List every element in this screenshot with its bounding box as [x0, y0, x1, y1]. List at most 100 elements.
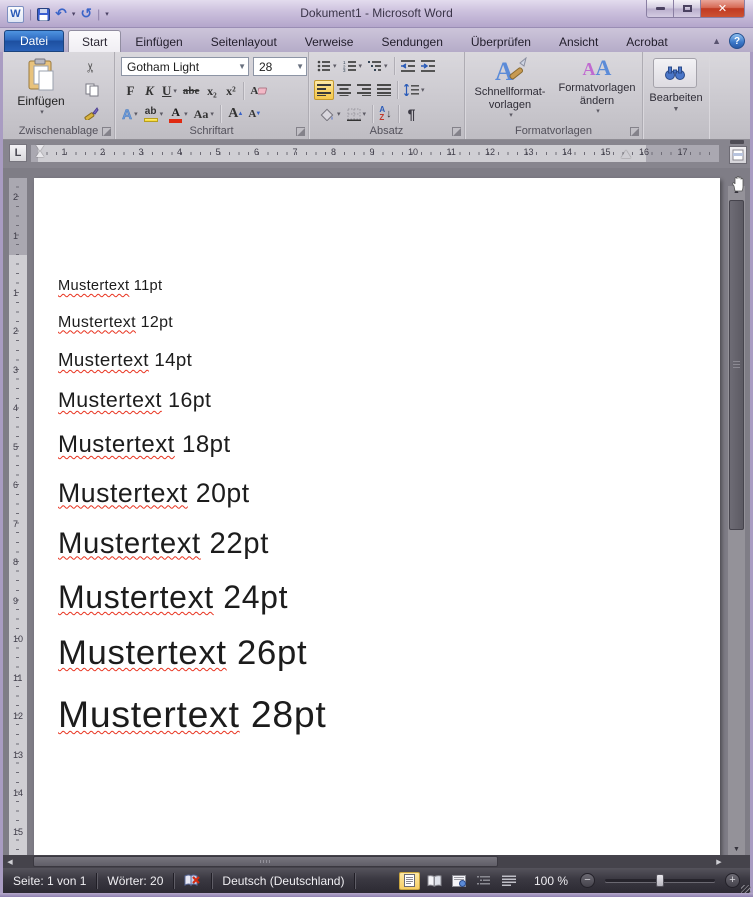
change-styles-button[interactable]: AA Formatvorlagen ändern ▾ [555, 56, 639, 124]
paste-button[interactable]: Einfügen ▾ [15, 57, 67, 123]
decrease-indent-button[interactable] [398, 56, 418, 76]
vertical-ruler[interactable]: 2 1 1 2 3 4 5 6 7 8 9 10 11 12 13 14 15 [9, 178, 27, 855]
document-line-22pt[interactable]: Mustertext 22pt [58, 526, 700, 561]
group-label: Zwischenablage [18, 125, 99, 137]
zoom-level[interactable]: 100 % [534, 874, 568, 888]
increase-indent-button[interactable] [418, 56, 438, 76]
cut-button[interactable]: ✂ [81, 57, 102, 77]
align-left-button[interactable] [314, 80, 334, 100]
vertical-scroll-thumb[interactable] [729, 200, 744, 530]
zoom-out-button[interactable]: − [580, 873, 595, 888]
close-button[interactable]: ✕ [701, 0, 745, 18]
copy-button[interactable] [81, 80, 102, 100]
underline-button[interactable]: U ▾ [159, 81, 180, 101]
hanging-indent-marker[interactable] [36, 151, 44, 157]
web-layout-view-button[interactable] [449, 872, 470, 890]
grow-font-button[interactable]: A ▲ [224, 104, 243, 124]
bullets-button[interactable]: ▾ [314, 56, 340, 76]
group-formatvorlagen: A Schnellformat-vorlagen ▾ AA Formatvorl… [465, 52, 643, 139]
text-effects-button[interactable]: A ▾ [119, 104, 141, 124]
scroll-left-icon[interactable]: ◀ [3, 858, 17, 866]
draft-view-button[interactable] [499, 872, 520, 890]
spellcheck-button[interactable] [174, 868, 211, 893]
zoom-in-button[interactable]: + [725, 873, 740, 888]
multilevel-list-button[interactable]: ▾ [365, 56, 391, 76]
dialog-launcher-icon[interactable] [630, 127, 639, 136]
align-center-button[interactable] [334, 80, 354, 100]
tab-verweise[interactable]: Verweise [291, 30, 368, 52]
shrink-font-button[interactable]: A ▼ [243, 104, 262, 124]
document-line-14pt[interactable]: Mustertext 14pt [58, 349, 700, 371]
ruler-toggle-button[interactable] [729, 146, 747, 164]
font-name-combo[interactable]: Gotham Light ▼ [121, 57, 249, 76]
dialog-launcher-icon[interactable] [102, 127, 111, 136]
scroll-right-icon[interactable]: ▶ [712, 858, 726, 866]
misspelled-word: Mustertext [58, 526, 201, 560]
dialog-launcher-icon[interactable] [296, 127, 305, 136]
tab-überprüfen[interactable]: Überprüfen [457, 30, 545, 52]
sort-button[interactable]: AZ ↓ [376, 104, 395, 124]
highlight-button[interactable]: ab ▾ [141, 104, 167, 124]
tab-start[interactable]: Start [68, 30, 122, 52]
zoom-slider[interactable] [605, 874, 715, 887]
split-handle[interactable] [730, 140, 744, 144]
chevron-down-icon: ▾ [337, 111, 341, 118]
tab-acrobat[interactable]: Acrobat [612, 30, 681, 52]
change-case-button[interactable]: Aa ▾ [191, 104, 217, 124]
word-count[interactable]: Wörter: 20 [97, 868, 173, 893]
chevron-down-icon[interactable]: ▼ [643, 106, 709, 113]
numbering-button[interactable]: 123 ▾ [340, 56, 366, 76]
tab-datei[interactable]: Datei [4, 30, 65, 52]
horizontal-ruler[interactable]: 1 2 3 4 5 6 7 8 9 10 11 12 13 14 15 16 17 [31, 145, 719, 162]
quick-styles-button[interactable]: A Schnellformat-vorlagen ▾ [468, 56, 552, 124]
editing-label[interactable]: Bearbeiten [643, 92, 709, 104]
find-button[interactable] [653, 58, 697, 88]
font-size-combo[interactable]: 28 ▼ [253, 57, 307, 76]
outline-view-button[interactable] [474, 872, 495, 890]
document-page[interactable]: Mustertext 11pt Mustertext 12pt Mustertext… [34, 178, 720, 855]
document-line-12pt[interactable]: Mustertext 12pt [58, 313, 700, 332]
justify-button[interactable] [374, 80, 394, 100]
document-line-18pt[interactable]: Mustertext 18pt [58, 431, 700, 460]
document-line-28pt[interactable]: Mustertext 28pt [58, 692, 700, 737]
scroll-down-icon[interactable]: ▼ [728, 846, 745, 853]
italic-button[interactable]: K [140, 81, 159, 101]
strikethrough-button[interactable]: abe [180, 81, 203, 101]
horizontal-scroll-thumb[interactable] [33, 856, 498, 867]
horizontal-scrollbar[interactable]: ◀ ▶ [3, 855, 726, 868]
superscript-button[interactable]: x² [221, 81, 240, 101]
help-button[interactable]: ? [729, 33, 745, 49]
tab-einfügen[interactable]: Einfügen [121, 30, 196, 52]
show-paragraph-marks-button[interactable]: ¶ [402, 104, 421, 124]
maximize-button[interactable] [674, 0, 701, 18]
line-spacing-button[interactable]: ▾ [401, 80, 428, 100]
tab-ansicht[interactable]: Ansicht [545, 30, 612, 52]
ruler-number: 7 [292, 147, 298, 157]
fullscreen-reading-view-button[interactable] [424, 872, 445, 890]
bold-button[interactable]: F [121, 81, 140, 101]
borders-button[interactable]: ▾ [344, 104, 370, 124]
language-indicator[interactable]: Deutsch (Deutschland) [212, 868, 354, 893]
shading-button[interactable]: ▾ [317, 104, 344, 124]
tab-sendungen[interactable]: Sendungen [367, 30, 456, 52]
document-line-26pt[interactable]: Mustertext 26pt [58, 633, 700, 675]
collapse-ribbon-icon[interactable]: ▲ [712, 36, 721, 46]
tab-seitenlayout[interactable]: Seitenlayout [197, 30, 291, 52]
page-indicator[interactable]: Seite: 1 von 1 [3, 868, 96, 893]
font-color-button[interactable]: A ▾ [166, 104, 191, 124]
align-right-button[interactable] [354, 80, 374, 100]
document-line-24pt[interactable]: Mustertext 24pt [58, 578, 700, 616]
format-painter-button[interactable] [81, 103, 102, 123]
vertical-scrollbar[interactable]: ▲ ▼ [728, 186, 745, 855]
dialog-launcher-icon[interactable] [452, 127, 461, 136]
right-indent-marker[interactable] [621, 150, 631, 158]
document-line-11pt[interactable]: Mustertext 11pt [58, 278, 700, 296]
tab-selector-button[interactable]: L [9, 144, 27, 162]
document-line-20pt[interactable]: Mustertext 20pt [58, 477, 700, 509]
subscript-button[interactable]: x₂ [202, 81, 221, 101]
document-line-16pt[interactable]: Mustertext 16pt [58, 388, 700, 414]
print-layout-view-button[interactable] [398, 871, 420, 890]
clear-formatting-button[interactable]: A [247, 81, 271, 101]
zoom-slider-thumb[interactable] [656, 874, 664, 887]
minimize-button[interactable] [646, 0, 674, 18]
